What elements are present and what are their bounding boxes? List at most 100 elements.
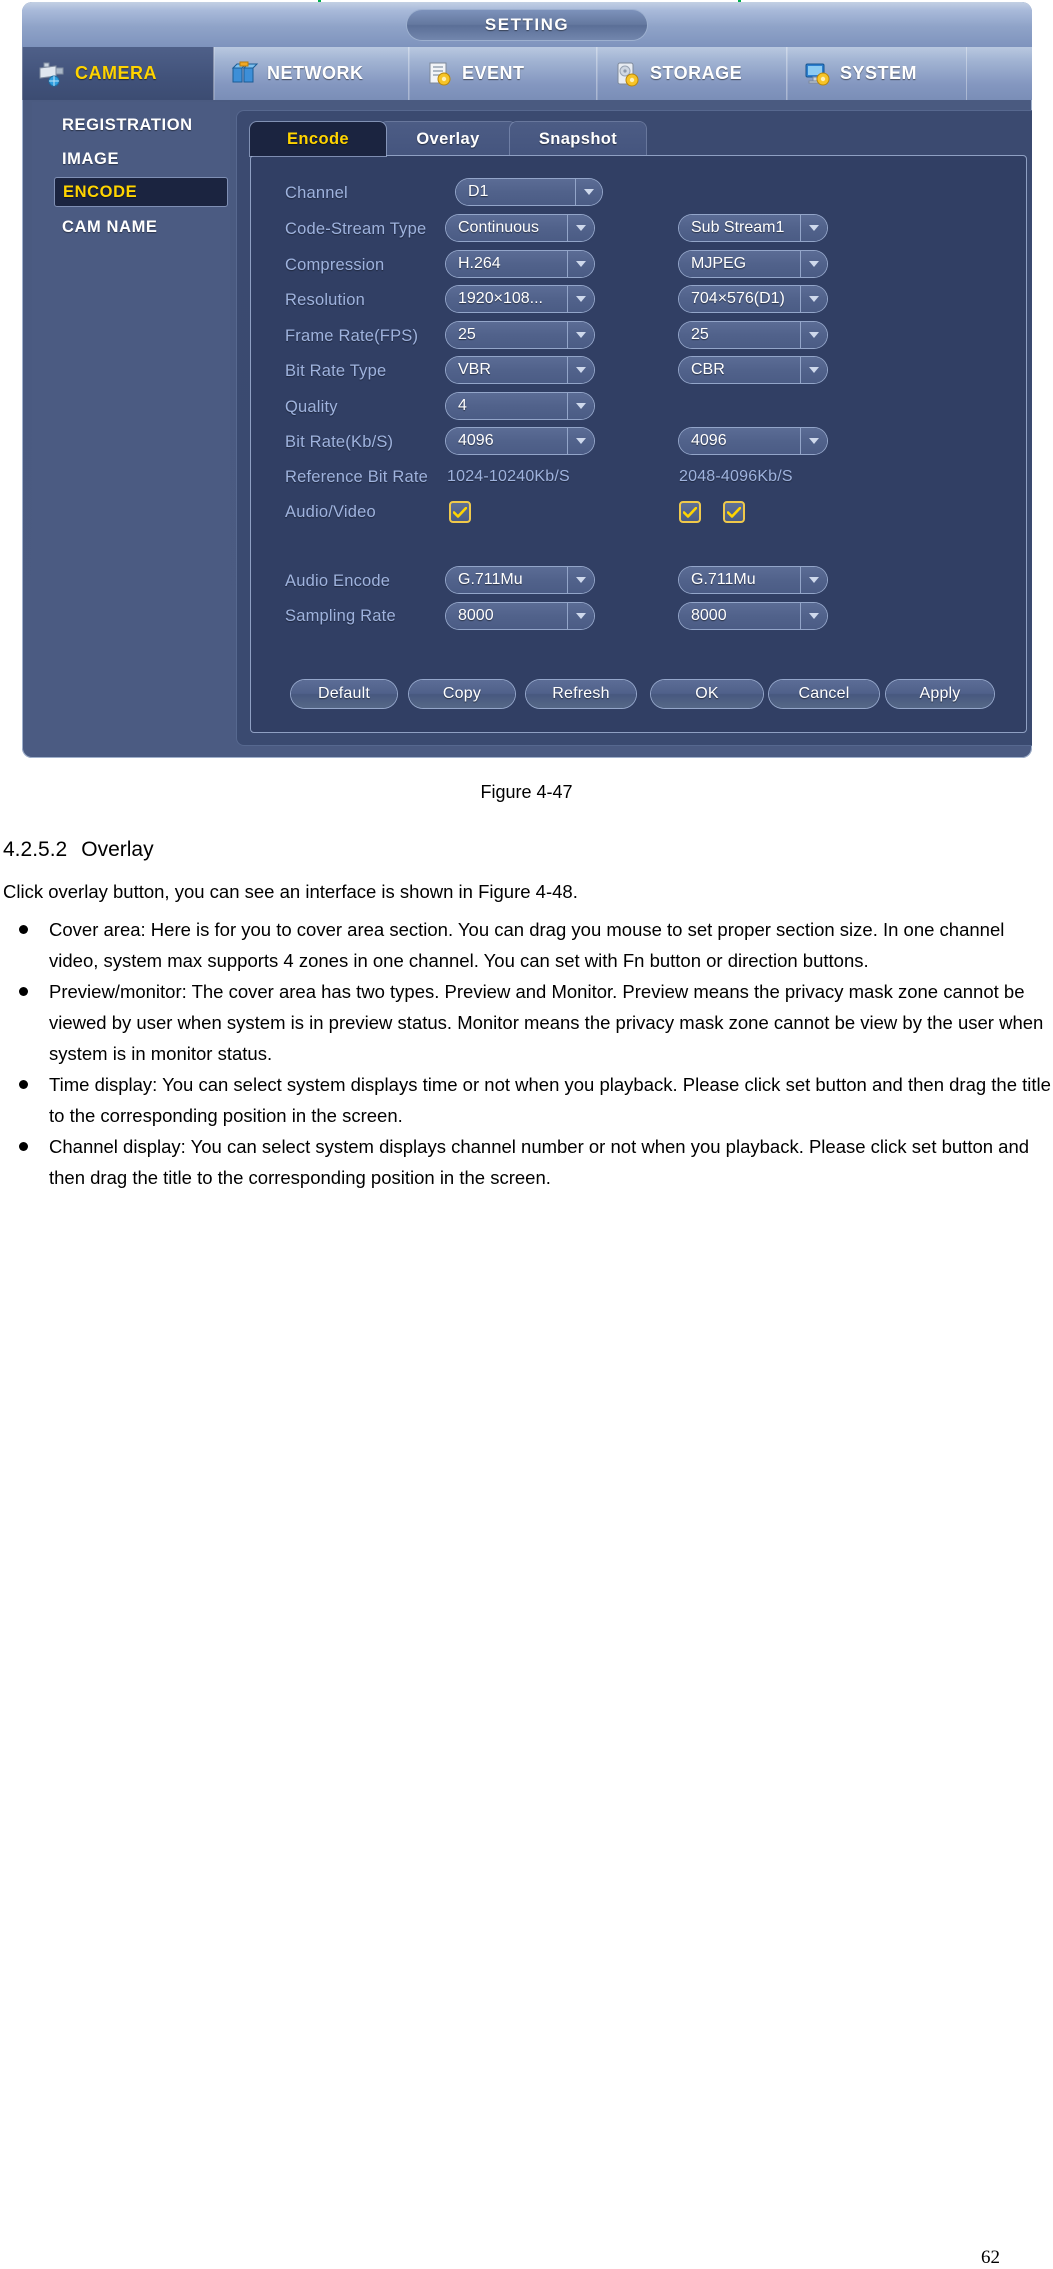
sub-bit-rate-type-value: CBR [691, 361, 725, 378]
audio-encode-dropdown[interactable]: G.711Mu [446, 567, 594, 593]
label-resolution: Resolution [285, 291, 365, 309]
cancel-button[interactable]: Cancel [769, 680, 879, 708]
check-icon [727, 506, 741, 518]
chevron-down-icon[interactable] [567, 393, 594, 419]
frame-rate-dropdown[interactable]: 25 [446, 322, 594, 348]
sidebar-item-encode[interactable]: ENCODE [54, 177, 228, 207]
menu-label-camera: CAMERA [75, 63, 157, 83]
sub-code-stream-type-dropdown[interactable]: Sub Stream1 [679, 215, 827, 241]
settings-tabstrip: Encode Overlay Snapshot [250, 122, 1020, 156]
sidebar-item-registration[interactable]: REGISTRATION [54, 110, 228, 140]
sampling-rate-value: 8000 [458, 607, 494, 624]
section-number: 4.2.5.2 [3, 838, 68, 861]
label-code-stream-type: Code-Stream Type [285, 220, 427, 238]
list-item: Cover area: Here is for you to cover are… [3, 914, 1053, 976]
sub-bit-rate-dropdown[interactable]: 4096 [679, 428, 827, 454]
copy-button[interactable]: Copy [409, 680, 515, 708]
sampling-rate-dropdown[interactable]: 8000 [446, 603, 594, 629]
menu-item-event[interactable]: EVENT [409, 47, 597, 100]
menu-item-network[interactable]: NETWORK [214, 47, 409, 100]
bit-rate-type-dropdown[interactable]: VBR [446, 357, 594, 383]
section-title: Overlay [81, 838, 154, 861]
system-icon [802, 60, 832, 88]
menu-item-storage[interactable]: STORAGE [597, 47, 787, 100]
apply-button[interactable]: Apply [886, 680, 994, 708]
chevron-down-icon[interactable] [567, 286, 594, 312]
audio-video-checkbox-main[interactable] [449, 501, 471, 523]
chevron-down-icon[interactable] [567, 428, 594, 454]
sub-resolution-dropdown[interactable]: 704×576(D1) [679, 286, 827, 312]
compression-value: H.264 [458, 255, 501, 272]
menu-item-camera[interactable]: CAMERA [22, 47, 214, 100]
chevron-down-icon[interactable] [567, 322, 594, 348]
sidebar-item-cam-name[interactable]: CAM NAME [54, 212, 228, 242]
label-sampling-rate: Sampling Rate [285, 607, 396, 625]
chevron-down-icon[interactable] [567, 603, 594, 629]
tab-label-encode: Encode [287, 129, 349, 148]
sub-frame-rate-dropdown[interactable]: 25 [679, 322, 827, 348]
refresh-button[interactable]: Refresh [526, 680, 636, 708]
quality-value: 4 [458, 397, 467, 414]
encode-settings-panel: Encode Overlay Snapshot Channel Code-Str… [236, 110, 1032, 746]
sub-audio-checkbox[interactable] [679, 501, 701, 523]
compression-dropdown[interactable]: H.264 [446, 251, 594, 277]
label-bit-rate-type: Bit Rate Type [285, 362, 387, 380]
frame-rate-value: 25 [458, 326, 476, 343]
chevron-down-icon[interactable] [800, 251, 827, 277]
chevron-down-icon[interactable] [567, 215, 594, 241]
copy-button-label: Copy [442, 685, 482, 702]
chevron-down-icon[interactable] [567, 567, 594, 593]
main-menu-bar: CAMERA NETWORK EVENT STORAGE SYSTEM [22, 47, 1032, 100]
channel-dropdown[interactable]: D1 [456, 179, 602, 205]
ok-button-label: OK [695, 685, 719, 702]
menu-item-system[interactable]: SYSTEM [787, 47, 967, 100]
ok-button[interactable]: OK [651, 680, 763, 708]
code-stream-type-value: Continuous [458, 219, 539, 236]
section-heading: 4.2.5.2 Overlay [3, 838, 154, 862]
sidebar-label-cam-name: CAM NAME [62, 217, 158, 236]
default-button-label: Default [317, 685, 371, 702]
code-stream-type-dropdown[interactable]: Continuous [446, 215, 594, 241]
chevron-down-icon[interactable] [800, 357, 827, 383]
sub-reference-bit-rate-value: 2048-4096Kb/S [679, 468, 793, 485]
event-icon [424, 60, 454, 88]
label-quality: Quality [285, 398, 338, 416]
channel-value: D1 [468, 183, 489, 200]
apply-button-label: Apply [919, 685, 961, 702]
bit-rate-value: 4096 [458, 432, 494, 449]
tab-overlay[interactable]: Overlay [380, 122, 516, 156]
chevron-down-icon[interactable] [800, 286, 827, 312]
sub-audio-encode-dropdown[interactable]: G.711Mu [679, 567, 827, 593]
sidebar-label-encode: ENCODE [63, 182, 138, 201]
chevron-down-icon[interactable] [567, 357, 594, 383]
figure-caption: Figure 4-47 [480, 782, 573, 802]
default-button[interactable]: Default [291, 680, 397, 708]
resolution-dropdown[interactable]: 1920×108... [446, 286, 594, 312]
chevron-down-icon[interactable] [800, 428, 827, 454]
cancel-button-label: Cancel [798, 685, 850, 702]
chevron-down-icon[interactable] [567, 251, 594, 277]
sub-sampling-rate-dropdown[interactable]: 8000 [679, 603, 827, 629]
chevron-down-icon[interactable] [575, 179, 602, 205]
bullet-list: Cover area: Here is for you to cover are… [3, 914, 1053, 1193]
check-icon [453, 506, 467, 518]
sub-video-checkbox[interactable] [723, 501, 745, 523]
tab-snapshot[interactable]: Snapshot [510, 122, 646, 156]
menu-label-event: EVENT [462, 63, 525, 83]
chevron-down-icon[interactable] [800, 603, 827, 629]
chevron-down-icon[interactable] [800, 567, 827, 593]
chevron-down-icon[interactable] [800, 215, 827, 241]
encode-form-frame: Channel Code-Stream Type Compression Res… [250, 155, 1027, 733]
reference-bit-rate-value: 1024-10240Kb/S [447, 468, 570, 485]
sidebar-item-image[interactable]: IMAGE [54, 144, 228, 174]
quality-dropdown[interactable]: 4 [446, 393, 594, 419]
chevron-down-icon[interactable] [800, 322, 827, 348]
sub-compression-dropdown[interactable]: MJPEG [679, 251, 827, 277]
label-bit-rate: Bit Rate(Kb/S) [285, 433, 394, 451]
sub-bit-rate-type-dropdown[interactable]: CBR [679, 357, 827, 383]
bit-rate-dropdown[interactable]: 4096 [446, 428, 594, 454]
tab-encode[interactable]: Encode [250, 122, 386, 156]
label-frame-rate: Frame Rate(FPS) [285, 327, 419, 345]
menu-label-storage: STORAGE [650, 63, 743, 83]
menu-label-system: SYSTEM [840, 63, 918, 83]
